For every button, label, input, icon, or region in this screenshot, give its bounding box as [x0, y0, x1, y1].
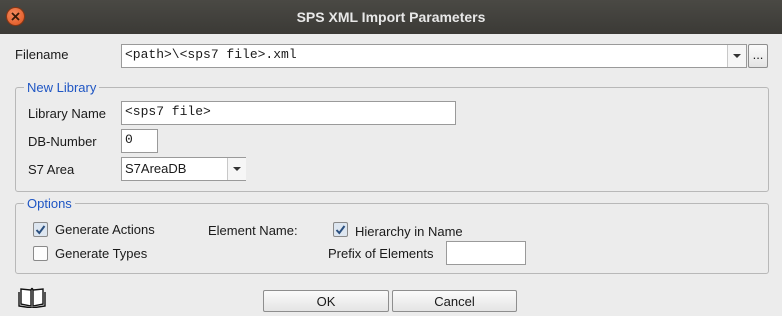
prefix-of-elements-label: Prefix of Elements	[328, 246, 434, 261]
chevron-down-icon	[733, 54, 741, 58]
library-name-label: Library Name	[28, 106, 107, 121]
hierarchy-in-name-checkbox[interactable]	[333, 222, 348, 237]
browse-button[interactable]: ...	[748, 44, 768, 68]
filename-value: <path>\<sps7 file>.xml	[125, 47, 297, 62]
window-title: SPS XML Import Parameters	[296, 9, 486, 25]
title-bar: SPS XML Import Parameters	[0, 0, 782, 34]
element-name-label: Element Name:	[208, 223, 298, 238]
new-library-legend: New Library	[27, 80, 97, 95]
book-icon	[18, 287, 46, 309]
filename-dropdown-button[interactable]	[727, 45, 746, 67]
db-number-input[interactable]: 0	[121, 129, 158, 153]
generate-actions-checkbox[interactable]	[33, 222, 48, 237]
filename-combobox[interactable]: <path>\<sps7 file>.xml	[121, 44, 747, 68]
hierarchy-in-name-label: Hierarchy in Name	[355, 224, 463, 239]
s7-area-label: S7 Area	[28, 162, 75, 177]
options-legend: Options	[27, 196, 72, 211]
s7-area-value: S7AreaDB	[125, 161, 187, 176]
checkmark-icon	[35, 225, 46, 235]
ok-button[interactable]: OK	[263, 290, 389, 312]
s7-area-dropdown-button[interactable]	[227, 158, 246, 180]
generate-types-checkbox[interactable]	[33, 246, 48, 261]
library-name-value: <sps7 file>	[125, 104, 211, 119]
generate-actions-label: Generate Actions	[55, 222, 155, 237]
generate-types-label: Generate Types	[55, 246, 148, 261]
chevron-down-icon	[233, 167, 241, 171]
library-name-input[interactable]: <sps7 file>	[121, 101, 456, 125]
help-button[interactable]	[18, 284, 46, 309]
prefix-of-elements-input[interactable]	[446, 241, 526, 265]
checkmark-icon	[335, 225, 346, 235]
db-number-label: DB-Number	[28, 134, 97, 149]
db-number-value: 0	[125, 132, 133, 147]
cancel-button[interactable]: Cancel	[392, 290, 517, 312]
filename-label: Filename	[15, 47, 69, 62]
